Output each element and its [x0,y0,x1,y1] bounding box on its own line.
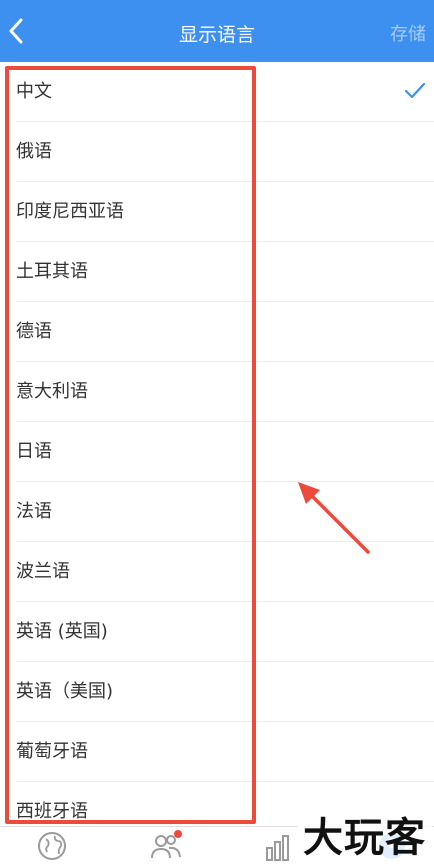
language-label: 土耳其语 [16,261,88,282]
screen: 显示语言 存储 中文 俄语 印度尼西亚语 土耳其语 德语 意大利语 日语 法语 [0,0,434,866]
chevron-left-icon [9,18,23,44]
back-button[interactable] [4,16,28,46]
tab-globe[interactable] [22,827,82,866]
bottom-tab-bar [0,826,434,866]
language-label: 英语 (英国) [16,621,108,642]
language-item-turkish[interactable]: 土耳其语 [16,242,434,302]
checkmark-icon [404,82,426,99]
language-label: 中文 [16,81,52,102]
bar-chart-icon [266,835,289,861]
tab-community[interactable] [136,827,196,866]
globe-icon [38,832,66,860]
language-item-portuguese[interactable]: 葡萄牙语 [16,722,434,782]
profile-icon [379,833,405,859]
save-button[interactable]: 存储 [390,0,426,62]
language-label: 意大利语 [16,381,88,402]
language-item-english-uk[interactable]: 英语 (英国) [16,602,434,662]
language-label: 日语 [16,441,52,462]
page-title: 显示语言 [178,24,255,46]
language-label: 德语 [16,321,52,342]
language-label: 葡萄牙语 [16,741,88,762]
tab-statistics[interactable] [248,827,308,866]
tab-profile[interactable] [362,827,422,866]
language-item-english-us[interactable]: 英语（美国) [16,662,434,722]
language-label: 波兰语 [16,561,70,582]
language-item-indonesian[interactable]: 印度尼西亚语 [16,182,434,242]
language-label: 俄语 [16,141,52,162]
navbar: 显示语言 存储 [0,0,434,62]
language-item-italian[interactable]: 意大利语 [16,362,434,422]
language-list: 中文 俄语 印度尼西亚语 土耳其语 德语 意大利语 日语 法语 波兰语 英语 (… [0,62,434,842]
language-item-chinese[interactable]: 中文 [16,62,434,122]
language-label: 英语（美国) [16,681,114,702]
language-label: 法语 [16,501,52,522]
language-item-german[interactable]: 德语 [16,302,434,362]
language-item-french[interactable]: 法语 [16,482,434,542]
language-item-russian[interactable]: 俄语 [16,122,434,182]
language-item-polish[interactable]: 波兰语 [16,542,434,602]
language-label: 印度尼西亚语 [16,201,124,222]
notification-badge [174,830,182,838]
language-item-japanese[interactable]: 日语 [16,422,434,482]
